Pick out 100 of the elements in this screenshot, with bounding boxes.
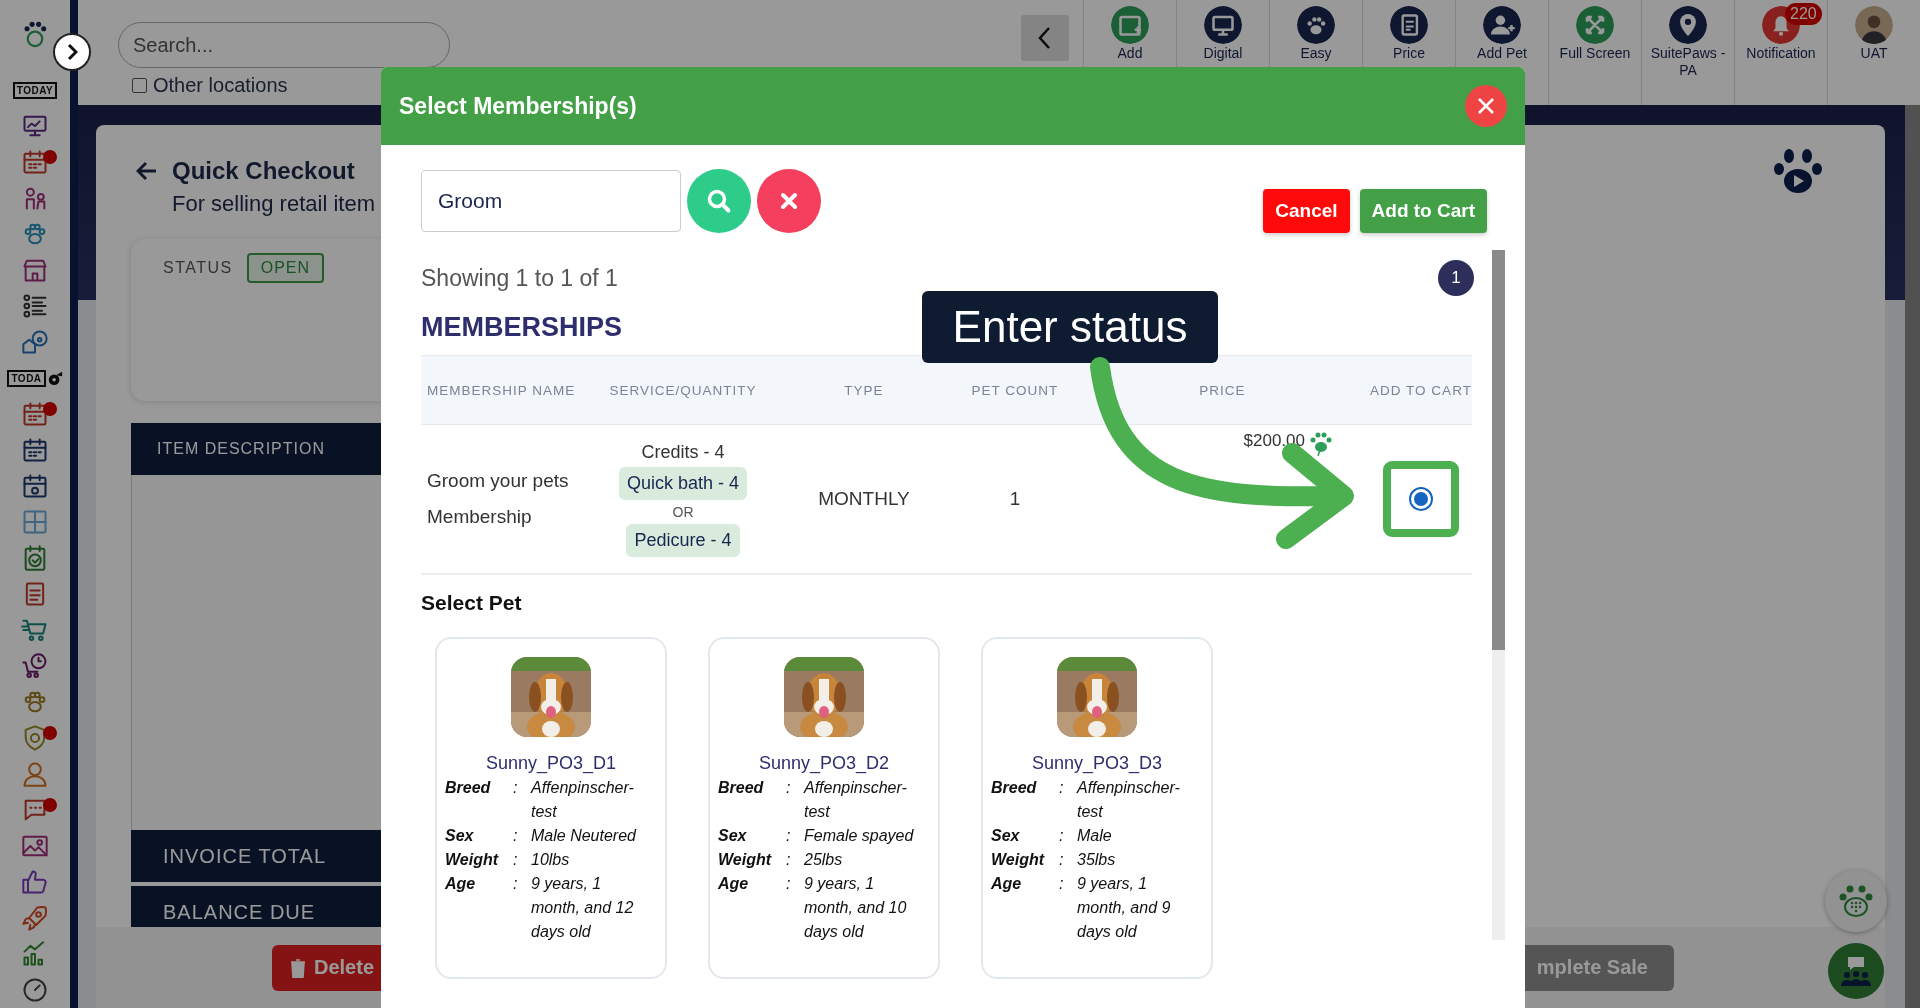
house-paw-icon[interactable] <box>21 328 49 356</box>
toolbar-button[interactable]: SuitePaws - PA <box>1641 0 1734 105</box>
paw-keypad-icon <box>1837 884 1875 918</box>
close-button[interactable] <box>1465 85 1507 127</box>
service-tag: Pedicure - 4 <box>626 523 740 557</box>
field-value: Female spayed <box>804 826 915 846</box>
field-label: Breed <box>991 778 1038 798</box>
close-icon <box>780 192 798 210</box>
person-icon[interactable] <box>21 760 49 788</box>
pet-card[interactable]: Sunny_PO3_D1 Breed : Affenpinscher-test Sex : Male Neutered Weight : 10lbs Age : 9 years, 1 month, and 12 days old <box>435 637 667 979</box>
field-separator: : <box>1059 874 1065 894</box>
back-arrow-icon[interactable] <box>136 161 158 181</box>
table-cell: 1 <box>1009 488 1021 510</box>
pet-card[interactable]: Sunny_PO3_D2 Breed : Affenpinscher-test Sex : Female spayed Weight : 25lbs Age : 9 years, 1 month, and 10 days old <box>708 637 940 979</box>
field-separator: : <box>786 874 792 894</box>
or-separator: OR <box>672 503 694 520</box>
calendar-icon[interactable] <box>21 436 49 464</box>
credits-text: Credits - 4 <box>641 441 725 463</box>
scrollbar-thumb[interactable] <box>1492 250 1505 650</box>
callout-tooltip: Enter status <box>922 291 1218 363</box>
search-field[interactable]: Groom <box>421 170 681 232</box>
column-header: MEMBERSHIP NAME <box>421 355 593 425</box>
field-separator: : <box>1059 826 1065 846</box>
calendar-paw-icon[interactable] <box>21 472 49 500</box>
today-label[interactable]: TODA <box>7 369 46 387</box>
grid-icon[interactable] <box>21 508 49 536</box>
field-separator: : <box>1059 778 1065 798</box>
paw-icon <box>1308 431 1334 457</box>
radio-button[interactable] <box>1409 487 1433 511</box>
page-button[interactable]: 1 <box>1438 260 1474 296</box>
notification-count: 220 <box>1785 3 1822 25</box>
calendar-plus-icon <box>1111 6 1149 44</box>
avatar-icon <box>1855 6 1893 44</box>
field-separator: : <box>513 850 519 870</box>
section-title: MEMBERSHIPS <box>421 312 623 343</box>
field-separator: : <box>513 778 519 798</box>
field-label: Age <box>991 874 1023 894</box>
gauge-icon[interactable] <box>21 976 49 1004</box>
field-label: Breed <box>445 778 492 798</box>
toolbar-button[interactable]: Full Screen <box>1548 0 1641 105</box>
today-label[interactable]: TODAY <box>12 81 58 99</box>
chevron-right-icon <box>66 43 78 61</box>
expand-icon <box>1576 6 1614 44</box>
column-header: TYPE <box>773 355 955 425</box>
price-text: $200.00 <box>1243 431 1305 451</box>
close-icon <box>1477 97 1495 115</box>
field-value: Affenpinscher-test <box>1077 778 1181 822</box>
whistle-icon <box>46 370 63 386</box>
pin-icon <box>1669 6 1707 44</box>
field-label: Breed <box>718 778 765 798</box>
back-button[interactable] <box>1021 15 1069 61</box>
search-icon <box>706 188 732 214</box>
page-subtitle: For selling retail item <box>172 191 375 217</box>
scrollbar-track[interactable] <box>1905 105 1920 1008</box>
field-value: 35lbs <box>1077 850 1117 870</box>
pet-card[interactable]: Sunny_PO3_D3 Breed : Affenpinscher-test Sex : Male Weight : 35lbs Age : 9 years, 1 month, and 9 days old <box>981 637 1213 979</box>
field-label: Sex <box>991 826 1021 846</box>
document-icon <box>1390 6 1428 44</box>
field-value: 9 years, 1 month, and 9 days old <box>1077 874 1172 942</box>
service-tag: Quick bath - 4 <box>618 466 748 500</box>
field-separator: : <box>786 778 792 798</box>
calendar-icon[interactable] <box>21 148 49 176</box>
calendar-icon[interactable] <box>21 400 49 428</box>
field-value: Affenpinscher-test <box>531 778 635 822</box>
field-value: Male <box>1077 826 1113 846</box>
status-label: STATUS <box>163 259 233 277</box>
cancel-button[interactable]: Cancel <box>1263 189 1350 233</box>
field-value: Affenpinscher-test <box>804 778 908 822</box>
toolbar-button[interactable]: UAT <box>1827 0 1920 105</box>
field-value: 10lbs <box>531 850 571 870</box>
field-label: Weight <box>445 850 500 870</box>
pet-name: Sunny_PO3_D2 <box>758 753 890 774</box>
team-chat-icon <box>1838 955 1874 987</box>
checkbox-label: Other locations <box>153 74 288 97</box>
search-field[interactable]: Search... <box>118 22 450 68</box>
person-plus-icon <box>1483 6 1521 44</box>
column-header: SERVICE/QUANTITY <box>593 355 773 425</box>
field-separator: : <box>786 826 792 846</box>
chevron-left-icon <box>1037 26 1053 50</box>
results-count: Showing 1 to 1 of 1 <box>421 264 618 292</box>
thumbs-up-icon[interactable] <box>21 868 49 896</box>
paw-icon <box>1297 6 1335 44</box>
trash-icon <box>290 957 306 978</box>
field-value: 25lbs <box>804 850 844 870</box>
field-separator: : <box>1059 850 1065 870</box>
table-cell: MONTHLY <box>818 488 910 510</box>
people-list-icon[interactable] <box>21 292 49 320</box>
status-badge: OPEN <box>246 253 325 283</box>
toolbar-button[interactable]: Notification 220 <box>1734 0 1827 105</box>
field-separator: : <box>786 850 792 870</box>
rocket-icon[interactable] <box>21 904 49 932</box>
add-to-cart-button[interactable]: Add to Cart <box>1359 189 1487 233</box>
section-title: Select Pet <box>421 591 523 615</box>
cart-clock-icon[interactable] <box>21 652 49 680</box>
pet-name: Sunny_PO3_D1 <box>485 753 617 774</box>
field-value: 9 years, 1 month, and 10 days old <box>804 874 908 942</box>
column-header: ADD TO CART <box>1370 355 1472 425</box>
checkbox[interactable] <box>132 78 147 93</box>
pet-name: Sunny_PO3_D3 <box>1031 753 1163 774</box>
dialog-title: Select Membership(s) <box>399 92 637 120</box>
